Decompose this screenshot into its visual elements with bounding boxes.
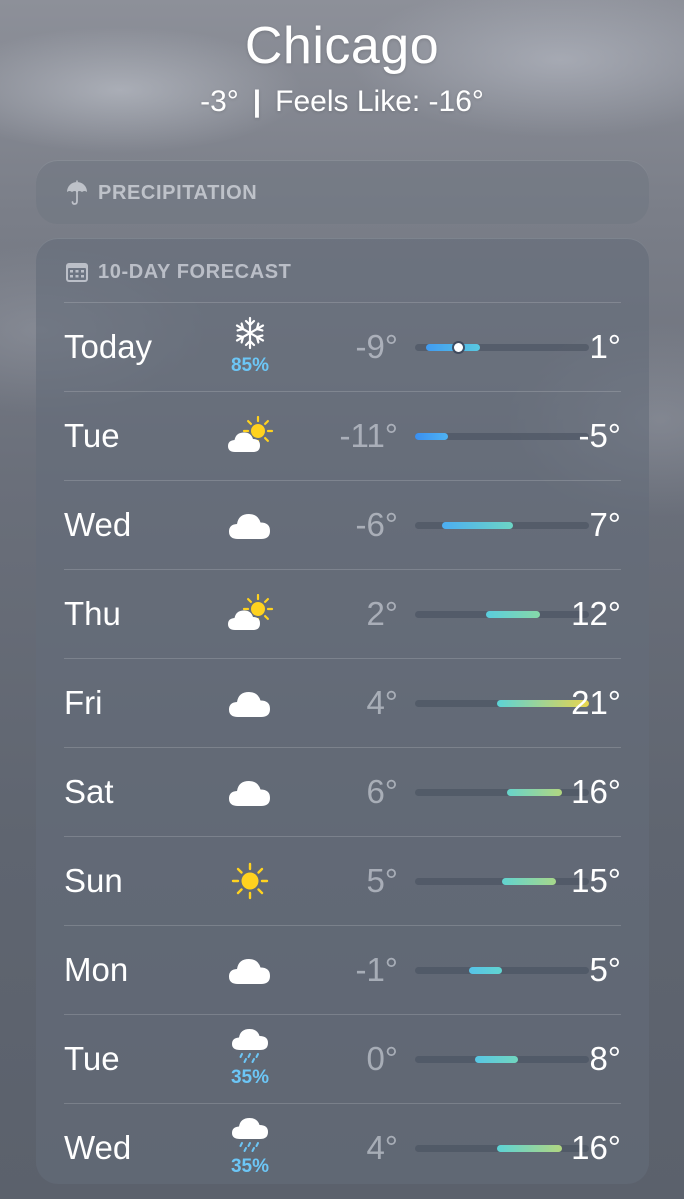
low-temperature: 4°	[366, 1129, 398, 1166]
condition-indicator	[224, 926, 276, 1014]
forecast-day: Sat	[64, 773, 114, 810]
condition-indicator: 85%	[224, 303, 276, 391]
low-temperature: -11°	[339, 417, 398, 454]
cloud-icon	[226, 772, 274, 812]
forecast-day: Fri	[64, 684, 103, 721]
cloud-icon	[226, 950, 274, 990]
low-temperature: 2°	[366, 595, 398, 632]
condition-indicator	[224, 837, 276, 925]
feels-like-temperature: Feels Like: -16°	[275, 85, 484, 118]
precipitation-card[interactable]: PRECIPITATION	[36, 160, 649, 224]
forecast-day: Today	[64, 328, 153, 365]
location-header: Chicago -3° | Feels Like: -16°	[0, 14, 684, 122]
rain-cloud-icon	[226, 1114, 274, 1154]
precipitation-chance: 85%	[230, 355, 270, 376]
current-conditions: -3° | Feels Like: -16°	[0, 82, 684, 122]
calendar-icon	[64, 259, 90, 285]
high-temperature: 1°	[589, 328, 621, 365]
condition-indicator: 35%	[224, 1104, 276, 1192]
current-temperature-marker	[454, 343, 463, 352]
partly-sunny-icon	[226, 415, 274, 456]
forecast-day: Tue	[64, 417, 120, 454]
temperature-range-fill	[415, 433, 448, 440]
city-name: Chicago	[244, 17, 440, 75]
forecast-day: Tue	[64, 1040, 120, 1077]
partly-sunny-icon	[226, 593, 274, 634]
high-temperature: 5°	[589, 951, 621, 988]
high-temperature: 15°	[571, 862, 621, 899]
temperature-range-fill	[442, 522, 513, 529]
condition-indicator	[224, 659, 276, 747]
low-temperature: 4°	[366, 684, 398, 721]
rain-cloud-icon	[226, 1025, 274, 1065]
cloud-icon	[226, 683, 274, 723]
forecast-row[interactable]: Mon -1° 5°	[64, 925, 621, 1014]
high-temperature: 12°	[571, 595, 621, 632]
forecast-row[interactable]: Sun 5° 15°	[64, 836, 621, 925]
temperature-range-fill	[485, 611, 541, 618]
low-temperature: -6°	[355, 506, 398, 543]
precipitation-chance: 35%	[230, 1156, 270, 1177]
temperature-range-fill	[469, 967, 502, 974]
umbrella-icon	[64, 180, 90, 206]
forecast-row[interactable]: Fri 4° 21°	[64, 658, 621, 747]
forecast-row[interactable]: Tue 35% 0° 8°	[64, 1014, 621, 1103]
forecast-title: 10-DAY FORECAST	[98, 260, 292, 283]
forecast-day: Sun	[64, 862, 123, 899]
cloud-icon	[226, 505, 274, 545]
forecast-card-header: 10-DAY FORECAST	[64, 259, 292, 285]
forecast-row[interactable]: Tue -11° -5°	[64, 391, 621, 480]
high-temperature: -5°	[578, 417, 621, 454]
condition-indicator	[224, 392, 276, 480]
current-temperature: -3°	[200, 85, 239, 118]
low-temperature: 0°	[366, 1040, 398, 1077]
high-temperature: 16°	[571, 773, 621, 810]
high-temperature: 21°	[571, 684, 621, 721]
forecast-row[interactable]: Sat 6° 16°	[64, 747, 621, 836]
forecast-row[interactable]: Thu 2° 12°	[64, 569, 621, 658]
low-temperature: 5°	[366, 862, 398, 899]
precipitation-title: PRECIPITATION	[98, 181, 258, 204]
forecast-row[interactable]: Today 85% -9° 1°	[64, 302, 621, 391]
forecast-list: Today 85% -9° 1° Tue -11° -5° Wed -6° 7° Thu 2° 12° F…	[64, 302, 621, 1192]
condition-indicator	[224, 748, 276, 836]
low-temperature: -9°	[355, 328, 398, 365]
low-temperature: -1°	[355, 951, 398, 988]
high-temperature: 8°	[589, 1040, 621, 1077]
snowflake-icon	[226, 313, 274, 353]
condition-indicator	[224, 570, 276, 658]
low-temperature: 6°	[366, 773, 398, 810]
high-temperature: 16°	[571, 1129, 621, 1166]
ten-day-forecast-card: 10-DAY FORECAST Today 85% -9° 1° Tue -11° -5° W…	[36, 238, 649, 1184]
forecast-day: Mon	[64, 951, 129, 988]
forecast-day: Wed	[64, 506, 132, 543]
forecast-day: Wed	[64, 1129, 132, 1166]
temperature-range-fill	[474, 1056, 519, 1063]
precipitation-chance: 35%	[230, 1067, 270, 1088]
precipitation-card-header: PRECIPITATION	[64, 180, 257, 206]
forecast-row[interactable]: Wed -6° 7°	[64, 480, 621, 569]
separator: |	[252, 85, 262, 118]
forecast-row[interactable]: Wed 35% 4° 16°	[64, 1103, 621, 1192]
condition-indicator	[224, 481, 276, 569]
condition-indicator: 35%	[224, 1015, 276, 1103]
forecast-day: Thu	[64, 595, 121, 632]
high-temperature: 7°	[589, 506, 621, 543]
sun-icon	[226, 861, 274, 901]
